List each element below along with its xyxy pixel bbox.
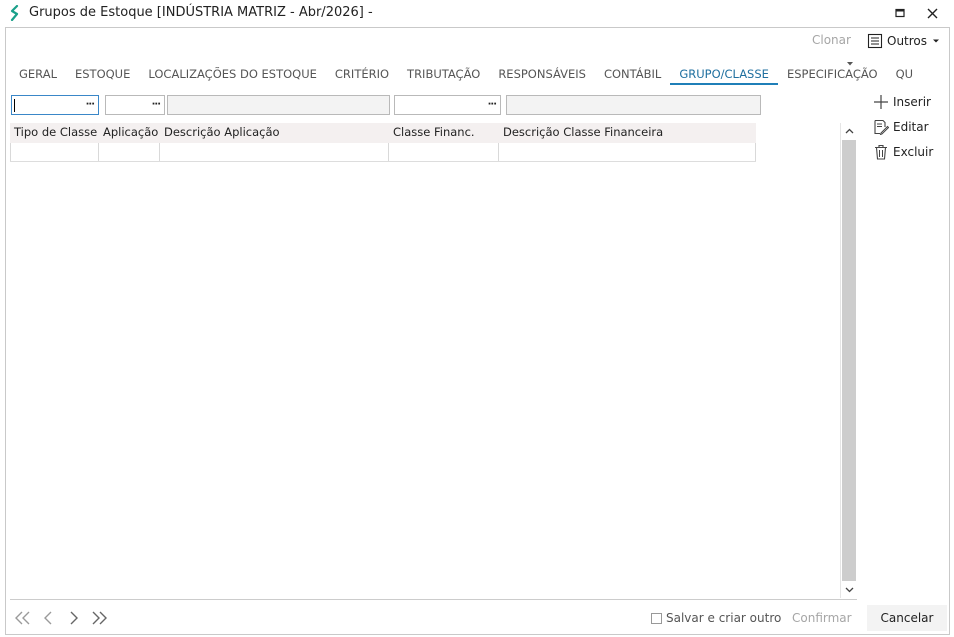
confirmar-button[interactable]: Confirmar (792, 611, 852, 625)
tab-geral[interactable]: GERAL (10, 64, 66, 85)
salvar-e-criar-outro-checkbox[interactable]: Salvar e criar outro (651, 611, 781, 625)
tab-tributacao[interactable]: TRIBUTAÇÃO (398, 64, 489, 85)
tab-contabil[interactable]: CONTÁBIL (595, 64, 670, 85)
next-record-button[interactable] (64, 608, 84, 628)
inserir-button[interactable]: Inserir (873, 92, 931, 112)
tab-qu[interactable]: QU (887, 64, 922, 85)
tab-overflow-button[interactable] (846, 60, 854, 70)
grid-cell[interactable] (160, 143, 389, 161)
chevron-left-icon (44, 611, 52, 625)
tab-especificacao[interactable]: ESPECIFICAÇÃO (778, 64, 887, 85)
window-title: Grupos de Estoque [INDÚSTRIA MATRIZ - Ab… (29, 5, 373, 20)
scroll-down-button[interactable] (841, 582, 857, 598)
cancelar-button[interactable]: Cancelar (867, 605, 947, 631)
double-chevron-right-icon (92, 611, 107, 625)
lookup-button[interactable]: ··· (152, 99, 161, 110)
scroll-up-button[interactable] (841, 123, 857, 139)
edit-icon (874, 119, 889, 135)
column-header[interactable]: Descrição Aplicação (160, 123, 389, 143)
grid-cell[interactable] (99, 143, 160, 161)
close-icon (927, 8, 937, 18)
chevron-down-icon (933, 39, 940, 43)
tab-strip: GERAL ESTOQUE LOCALIZAÇÕES DO ESTOQUE CR… (10, 64, 922, 88)
grid-area (10, 123, 857, 600)
plus-icon (874, 95, 888, 109)
clonar-button[interactable]: Clonar (812, 33, 851, 47)
list-icon (867, 33, 883, 49)
descricao-aplicacao-filter (167, 95, 390, 115)
inserir-label: Inserir (893, 95, 931, 109)
outros-menu-button[interactable]: Outros (867, 31, 941, 51)
last-record-button[interactable] (90, 608, 110, 628)
chevron-down-icon (847, 62, 853, 66)
column-header[interactable]: Classe Financ. (389, 123, 499, 143)
minimize-button[interactable] (886, 2, 914, 24)
double-chevron-left-icon (15, 611, 30, 625)
excluir-label: Excluir (893, 145, 934, 159)
editar-label: Editar (893, 120, 929, 134)
grid-cell[interactable] (389, 143, 499, 161)
excluir-button[interactable]: Excluir (873, 142, 933, 162)
column-header[interactable]: Tipo de Classe (10, 123, 99, 143)
grid-header: Tipo de Classe Aplicação Descrição Aplic… (10, 123, 756, 143)
tab-localizacoes-do-estoque[interactable]: LOCALIZAÇÕES DO ESTOQUE (139, 64, 326, 85)
chevron-down-icon (845, 587, 853, 593)
outros-label: Outros (887, 34, 928, 48)
checkbox-box[interactable] (651, 612, 662, 624)
record-navigation (12, 608, 110, 628)
descricao-classe-financeira-filter (506, 95, 761, 115)
grid-cell[interactable] (499, 143, 756, 161)
first-record-button[interactable] (12, 608, 32, 628)
app-logo-icon (10, 5, 19, 21)
column-header[interactable]: Aplicação (99, 123, 160, 143)
tab-estoque[interactable]: ESTOQUE (66, 64, 139, 85)
chevron-up-icon (845, 128, 853, 134)
text-cursor (14, 99, 15, 112)
scroll-thumb[interactable] (842, 140, 856, 581)
lookup-button[interactable]: ··· (86, 99, 95, 110)
tab-grupo-classe[interactable]: GRUPO/CLASSE (670, 64, 778, 85)
chevron-right-icon (70, 611, 78, 625)
classe-financ-filter[interactable]: ··· (394, 95, 501, 115)
aplicacao-filter[interactable]: ··· (105, 95, 165, 115)
tab-criterio[interactable]: CRITÉRIO (326, 64, 398, 85)
table-row[interactable] (10, 143, 756, 162)
lookup-button[interactable]: ··· (488, 99, 497, 110)
previous-record-button[interactable] (38, 608, 58, 628)
data-grid: Tipo de Classe Aplicação Descrição Aplic… (10, 123, 756, 162)
tipo-classe-filter[interactable]: ··· (11, 95, 99, 115)
trash-icon (875, 144, 887, 160)
column-header[interactable]: Descrição Classe Financeira (499, 123, 756, 143)
salvar-label: Salvar e criar outro (666, 611, 782, 625)
vertical-scrollbar[interactable] (840, 123, 857, 598)
tab-responsaveis[interactable]: RESPONSÁVEIS (489, 64, 595, 85)
editar-button[interactable]: Editar (873, 117, 929, 137)
maximize-icon (895, 8, 905, 18)
close-window-button[interactable] (918, 2, 946, 24)
grid-cell[interactable] (10, 143, 99, 161)
